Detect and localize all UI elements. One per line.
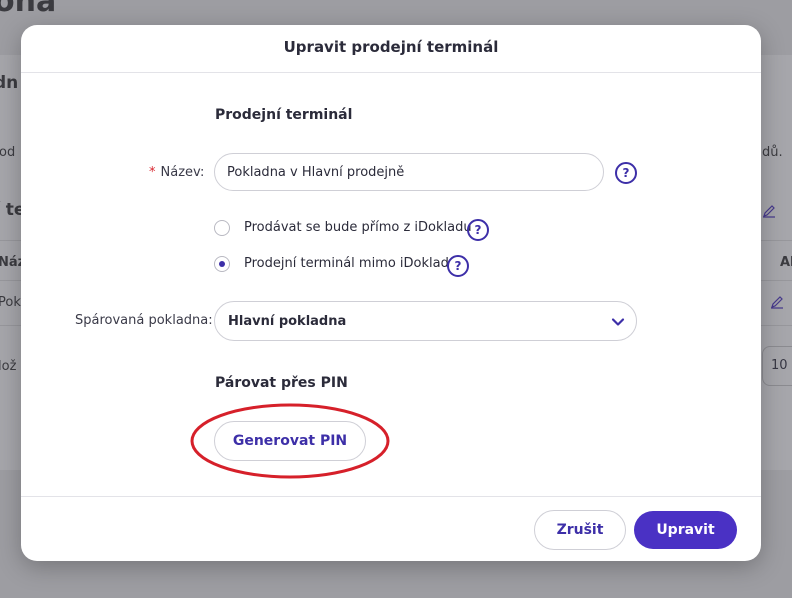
question-circle-icon[interactable]: ? xyxy=(467,219,489,241)
radio-button-selected[interactable] xyxy=(214,256,230,272)
dialog-header: Upravit prodejní terminál xyxy=(21,25,761,73)
submit-button[interactable]: Upravit xyxy=(634,511,737,549)
radio-button[interactable] xyxy=(214,220,230,236)
paired-register-select[interactable]: Hlavní pokladna xyxy=(214,301,637,341)
name-input[interactable] xyxy=(214,153,604,191)
select-value: Hlavní pokladna xyxy=(228,314,347,329)
cancel-button[interactable]: Zrušit xyxy=(534,510,626,550)
dialog-title: Upravit prodejní terminál xyxy=(283,38,499,56)
paired-register-label: Spárovaná pokladna: xyxy=(75,313,213,328)
question-circle-icon[interactable]: ? xyxy=(447,255,469,277)
radio-label: Prodejní terminál mimo iDoklad xyxy=(244,256,449,271)
red-highlight-ellipse xyxy=(190,403,390,479)
question-circle-icon[interactable]: ? xyxy=(615,162,637,184)
section-title-pin: Párovat přes PIN xyxy=(215,375,348,391)
edit-terminal-dialog: Upravit prodejní terminál Prodejní termi… xyxy=(21,25,761,561)
name-field-label: * Název: xyxy=(149,165,204,180)
name-label-text: Název: xyxy=(160,165,205,180)
dialog-footer-divider xyxy=(21,496,761,497)
chevron-down-icon xyxy=(611,318,625,326)
radio-label: Prodávat se bude přímo z iDokladu xyxy=(244,220,472,235)
required-mark: * xyxy=(149,165,156,180)
section-title-terminal: Prodejní terminál xyxy=(215,107,353,123)
